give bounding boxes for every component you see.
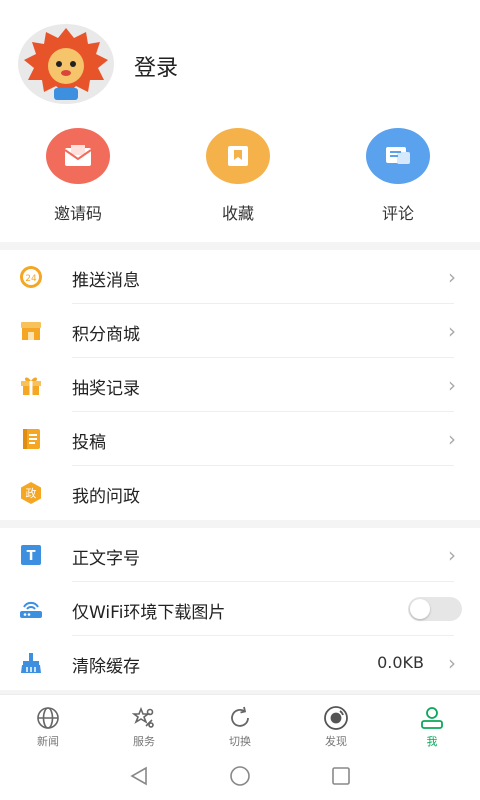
refresh-icon <box>192 705 288 731</box>
recents-icon[interactable] <box>331 766 351 790</box>
tab-label: 新闻 <box>37 735 59 748</box>
svg-text:T: T <box>27 549 36 564</box>
menu-item-label: 我的问政 <box>72 487 140 507</box>
menu-item-label: 积分商城 <box>72 325 140 345</box>
globe-icon <box>0 705 96 731</box>
tab-switch[interactable]: 切换 <box>192 695 288 756</box>
clock-24-icon: 24 <box>18 265 44 289</box>
menu-item-label: 投稿 <box>72 433 106 453</box>
menu-item-wifi-only-images: 仅WiFi环境下载图片 <box>0 582 480 636</box>
invite-code-button[interactable]: 邀请码 <box>8 128 148 228</box>
menu-item-submit[interactable]: 投稿 › <box>0 412 480 466</box>
menu-item-push-messages[interactable]: 24 推送消息 › <box>0 250 480 304</box>
menu-item-clear-cache[interactable]: 清除缓存 0.0KB › <box>0 636 480 690</box>
menu-item-label: 抽奖记录 <box>72 379 140 399</box>
favorites-label: 收藏 <box>221 204 254 223</box>
invite-code-label: 邀请码 <box>53 204 102 223</box>
chevron-right-icon: › <box>448 427 456 451</box>
menu-item-label: 清除缓存 <box>72 657 140 677</box>
login-link[interactable]: 登录 <box>134 50 178 82</box>
comments-button[interactable]: 评论 <box>328 128 468 228</box>
cache-size-value: 0.0KB <box>377 653 424 672</box>
menu-section-main: 24 推送消息 › 积分商城 › 抽奖记录 › 投稿 › 政 我的问政 <box>0 250 480 520</box>
menu-section-settings: T 正文字号 › 仅WiFi环境下载图片 清除缓存 0.0KB › <box>0 528 480 690</box>
back-icon[interactable] <box>129 766 149 790</box>
home-icon[interactable] <box>229 765 251 791</box>
politics-icon: 政 <box>18 481 44 505</box>
chevron-right-icon: › <box>448 319 456 343</box>
menu-item-my-inquiries[interactable]: 政 我的问政 <box>0 466 480 520</box>
discover-icon <box>288 705 384 731</box>
menu-item-points-mall[interactable]: 积分商城 › <box>0 304 480 358</box>
tab-label: 服务 <box>133 735 155 748</box>
font-size-icon: T <box>18 543 44 567</box>
chevron-right-icon: › <box>448 651 456 675</box>
tab-services[interactable]: 服务 <box>96 695 192 756</box>
bottom-tab-bar: 新闻 服务 切换 发现 我 <box>0 694 480 756</box>
chevron-right-icon: › <box>448 373 456 397</box>
wifi-only-toggle[interactable] <box>408 597 462 621</box>
service-icon <box>96 705 192 731</box>
tab-label: 切换 <box>229 735 251 748</box>
gift-icon <box>18 373 44 397</box>
chevron-right-icon: › <box>448 265 456 289</box>
tab-discover[interactable]: 发现 <box>288 695 384 756</box>
menu-item-label: 推送消息 <box>72 271 140 291</box>
menu-item-lottery-records[interactable]: 抽奖记录 › <box>0 358 480 412</box>
svg-text:24: 24 <box>25 274 37 284</box>
person-icon <box>384 705 480 731</box>
tab-label: 我 <box>426 735 438 748</box>
profile-header: 登录 邀请码 收藏 评论 <box>0 0 480 242</box>
comments-label: 评论 <box>381 204 414 223</box>
broom-icon <box>18 651 44 675</box>
tab-me[interactable]: 我 <box>384 695 480 756</box>
notebook-icon <box>18 427 44 451</box>
svg-text:政: 政 <box>26 486 37 500</box>
menu-item-label: 仅WiFi环境下载图片 <box>72 603 226 623</box>
tab-label: 发现 <box>325 735 347 748</box>
envelope-icon <box>46 128 110 184</box>
menu-item-label: 正文字号 <box>72 549 140 569</box>
system-nav-bar <box>0 756 480 800</box>
router-icon <box>18 597 44 621</box>
menu-item-font-size[interactable]: T 正文字号 › <box>0 528 480 582</box>
bookmark-icon <box>206 128 270 184</box>
tab-news[interactable]: 新闻 <box>0 695 96 756</box>
toggle-knob <box>410 599 430 619</box>
avatar[interactable] <box>18 24 114 104</box>
comment-icon <box>366 128 430 184</box>
shop-icon <box>18 319 44 343</box>
favorites-button[interactable]: 收藏 <box>168 128 308 228</box>
chevron-right-icon: › <box>448 543 456 567</box>
